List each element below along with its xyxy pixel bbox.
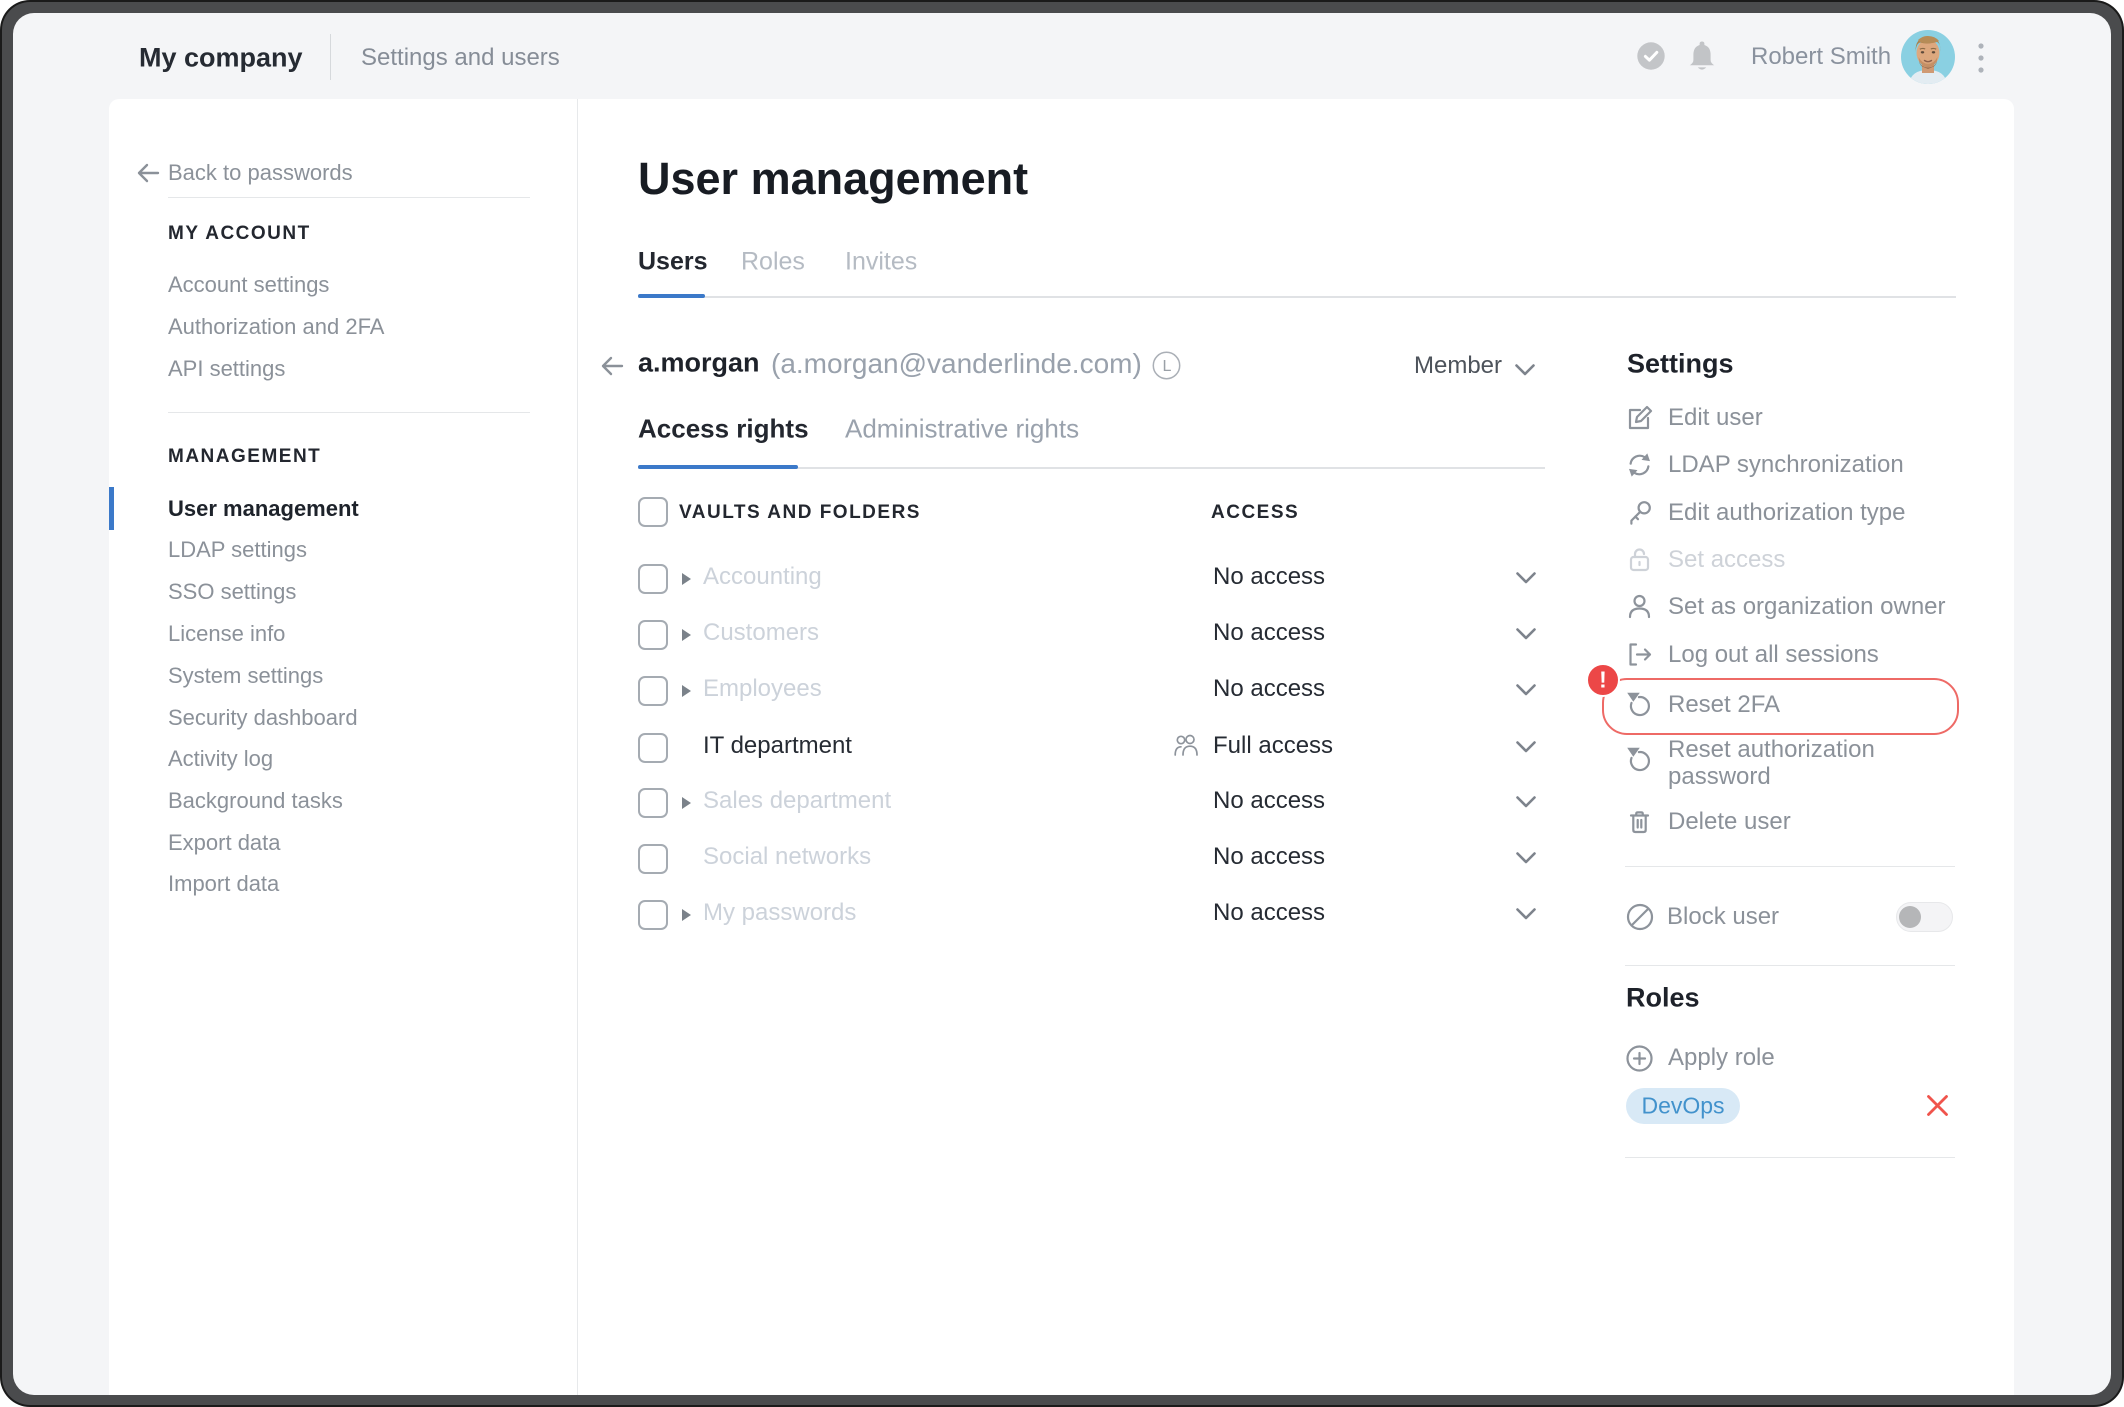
svg-text:L: L [1163, 358, 1172, 375]
